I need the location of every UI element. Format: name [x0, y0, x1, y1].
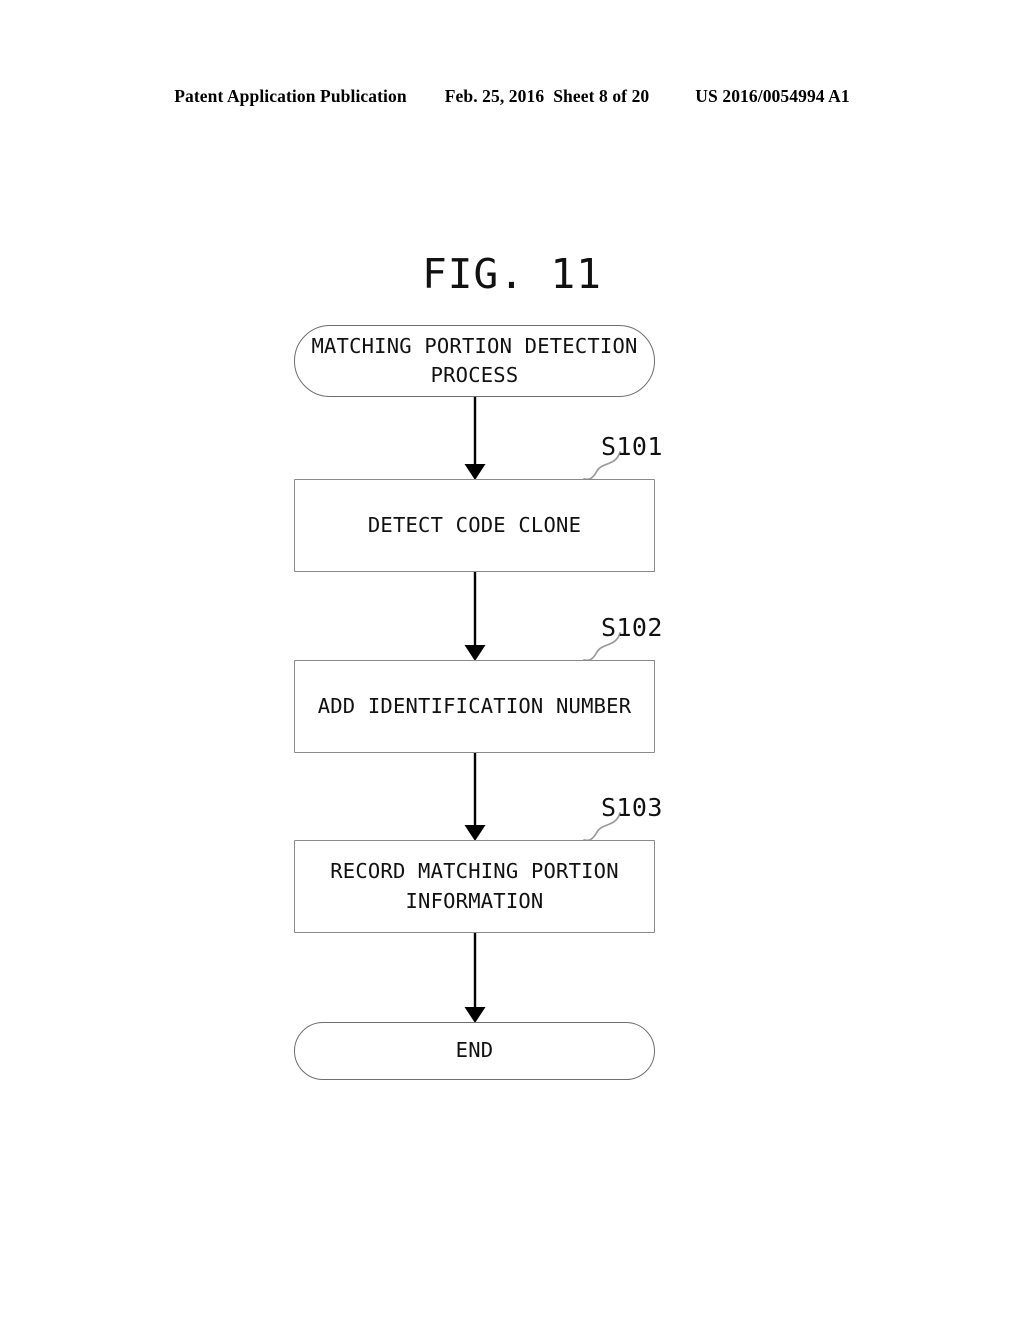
flow-node-record-matching-portion-information: RECORD MATCHING PORTION INFORMATION [294, 840, 655, 933]
flow-node-detect-code-clone: DETECT CODE CLONE [294, 479, 655, 572]
flow-node-start: MATCHING PORTION DETECTION PROCESS [294, 325, 655, 397]
connector-s102-to-s103 [464, 753, 486, 841]
step-label-s102: S102 [601, 613, 663, 642]
connector-s103-to-end [464, 933, 486, 1023]
flow-node-start-label: MATCHING PORTION DETECTION PROCESS [311, 333, 638, 387]
flow-node-end-label: END [455, 1038, 494, 1063]
flow-node-record-matching-portion-information-label: RECORD MATCHING PORTION INFORMATION [330, 859, 619, 913]
flow-node-add-identification-number-label: ADD IDENTIFICATION NUMBER [317, 693, 632, 718]
flow-node-end: END [294, 1022, 655, 1080]
step-label-s103: S103 [601, 793, 663, 822]
flowchart-diagram: MATCHING PORTION DETECTION PROCESS DETEC… [0, 0, 1024, 1320]
connector-s101-to-s102 [464, 572, 486, 661]
flow-node-add-identification-number: ADD IDENTIFICATION NUMBER [294, 660, 655, 753]
flow-node-detect-code-clone-label: DETECT CODE CLONE [367, 512, 582, 537]
step-label-s101: S101 [601, 432, 663, 461]
connector-start-to-s101 [464, 397, 486, 480]
